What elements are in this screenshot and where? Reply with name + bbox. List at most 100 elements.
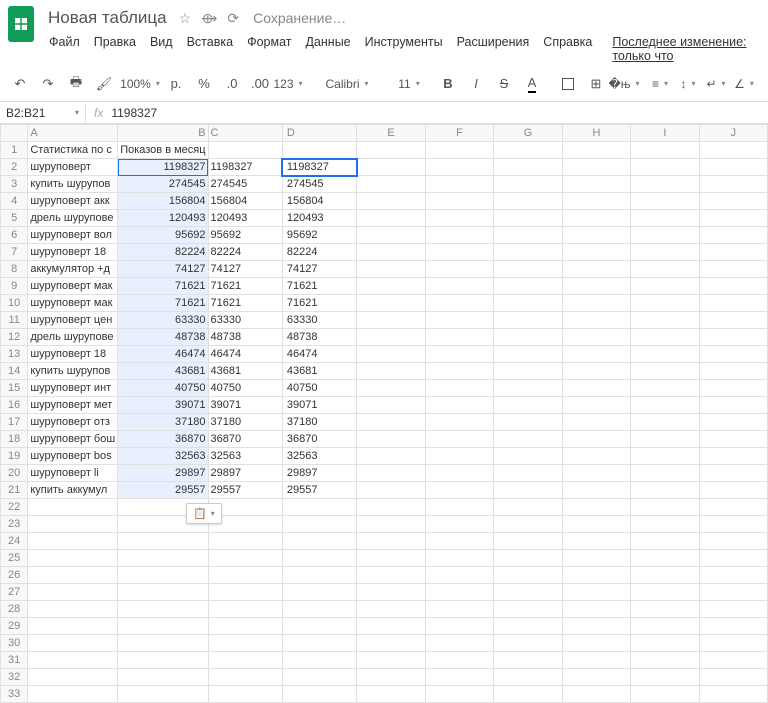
cell[interactable] <box>494 618 563 635</box>
row-header[interactable]: 29 <box>1 618 28 635</box>
cell[interactable] <box>425 431 493 448</box>
cell[interactable] <box>118 618 208 635</box>
cell[interactable]: дрель шурупове <box>28 329 118 346</box>
cell[interactable] <box>562 482 631 499</box>
cell[interactable]: 48738 <box>118 329 208 346</box>
cell[interactable] <box>562 312 631 329</box>
cell[interactable] <box>494 499 563 516</box>
undo-icon[interactable]: ↶ <box>8 72 32 96</box>
formula-bar[interactable]: 1198327 <box>111 106 157 120</box>
cell[interactable] <box>631 210 699 227</box>
cloud-icon[interactable]: ⟳ <box>227 10 239 27</box>
row-header[interactable]: 20 <box>1 465 28 482</box>
cell[interactable]: 43681 <box>208 363 282 380</box>
cell[interactable]: 74127 <box>118 261 208 278</box>
col-header-A[interactable]: A <box>28 125 118 142</box>
menu-format[interactable]: Формат <box>242 32 296 66</box>
cell[interactable] <box>425 601 493 618</box>
cell[interactable] <box>562 686 631 703</box>
last-change-link[interactable]: Последнее изменение: только что <box>607 32 760 66</box>
cell[interactable] <box>562 261 631 278</box>
cell[interactable] <box>118 635 208 652</box>
cell[interactable] <box>494 635 563 652</box>
cell[interactable] <box>208 533 282 550</box>
cell[interactable]: 71621 <box>282 278 356 295</box>
cell[interactable] <box>494 312 563 329</box>
borders-button[interactable]: ⊞ <box>584 72 608 96</box>
cell[interactable] <box>357 278 426 295</box>
cell[interactable] <box>699 465 767 482</box>
cell[interactable] <box>425 244 493 261</box>
cell[interactable]: шуруповерт мак <box>28 278 118 295</box>
cell[interactable] <box>425 329 493 346</box>
name-box[interactable]: B2:B21 <box>0 104 86 122</box>
cell[interactable] <box>699 210 767 227</box>
cell[interactable] <box>494 482 563 499</box>
cell[interactable] <box>699 499 767 516</box>
cell[interactable]: 71621 <box>118 278 208 295</box>
cell[interactable] <box>494 142 563 159</box>
cell[interactable] <box>562 176 631 193</box>
cell[interactable]: 1198327 <box>208 159 282 176</box>
select-all-corner[interactable] <box>1 125 28 142</box>
cell[interactable] <box>425 550 493 567</box>
cell[interactable]: 63330 <box>118 312 208 329</box>
cell[interactable] <box>494 465 563 482</box>
cell[interactable]: 37180 <box>208 414 282 431</box>
cell[interactable] <box>425 193 493 210</box>
cell[interactable] <box>631 380 699 397</box>
cell[interactable] <box>494 516 563 533</box>
col-header-G[interactable]: G <box>494 125 563 142</box>
row-header[interactable]: 25 <box>1 550 28 567</box>
cell[interactable]: 156804 <box>282 193 356 210</box>
cell[interactable] <box>425 465 493 482</box>
cell[interactable] <box>699 346 767 363</box>
cell[interactable]: шуруповерт мет <box>28 397 118 414</box>
cell[interactable] <box>699 482 767 499</box>
cell[interactable] <box>28 669 118 686</box>
cell[interactable] <box>425 482 493 499</box>
cell[interactable] <box>631 176 699 193</box>
wrap-button[interactable]: ↵ <box>704 72 728 96</box>
print-icon[interactable]: 🖶 <box>64 72 88 96</box>
cell[interactable] <box>425 533 493 550</box>
cell[interactable] <box>631 567 699 584</box>
row-header[interactable]: 23 <box>1 516 28 533</box>
cell[interactable] <box>494 652 563 669</box>
cell[interactable] <box>699 431 767 448</box>
cell[interactable] <box>425 516 493 533</box>
cell[interactable] <box>699 584 767 601</box>
cell[interactable] <box>699 380 767 397</box>
row-header[interactable]: 10 <box>1 295 28 312</box>
cell[interactable] <box>562 465 631 482</box>
cell[interactable] <box>425 227 493 244</box>
cell[interactable] <box>631 516 699 533</box>
cell[interactable] <box>357 601 426 618</box>
cell[interactable] <box>562 414 631 431</box>
cell[interactable] <box>425 499 493 516</box>
cell[interactable] <box>357 618 426 635</box>
cell[interactable] <box>357 635 426 652</box>
cell[interactable] <box>425 210 493 227</box>
cell[interactable] <box>118 550 208 567</box>
col-header-E[interactable]: E <box>357 125 426 142</box>
row-header[interactable]: 1 <box>1 142 28 159</box>
row-header[interactable]: 17 <box>1 414 28 431</box>
cell[interactable]: купить шурупов <box>28 176 118 193</box>
spreadsheet-grid[interactable]: ABCDEFGHIJ1Статистика по сПоказов в меся… <box>0 124 768 703</box>
cell[interactable] <box>631 533 699 550</box>
cell[interactable] <box>282 533 356 550</box>
cell[interactable] <box>562 533 631 550</box>
cell[interactable] <box>118 567 208 584</box>
cell[interactable] <box>28 516 118 533</box>
cell[interactable] <box>699 635 767 652</box>
cell[interactable]: 1198327 <box>118 159 208 176</box>
cell[interactable]: 120493 <box>282 210 356 227</box>
cell[interactable] <box>425 652 493 669</box>
cell[interactable]: 120493 <box>118 210 208 227</box>
cell[interactable]: купить шурупов <box>28 363 118 380</box>
cell[interactable] <box>699 516 767 533</box>
valign-button[interactable]: ↕ <box>676 72 700 96</box>
cell[interactable] <box>118 533 208 550</box>
cell[interactable] <box>425 363 493 380</box>
